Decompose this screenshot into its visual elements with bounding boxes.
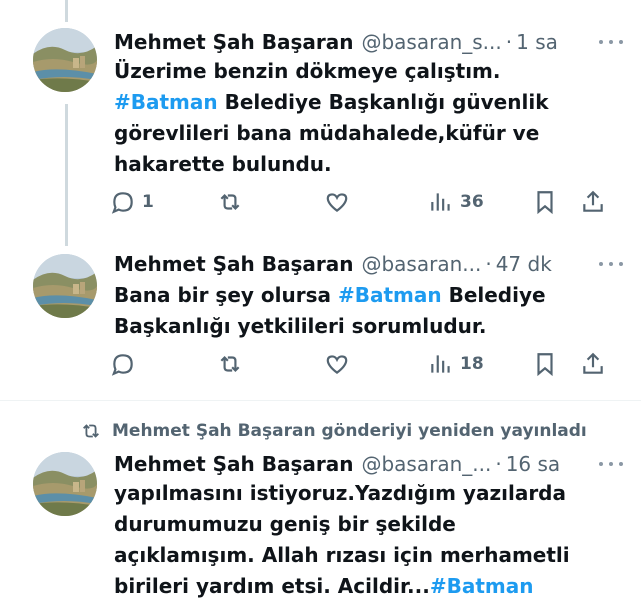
reply-icon [111, 192, 133, 214]
avatar-image [33, 254, 97, 318]
tweet-header: Mehmet Şah Başaran @basaran... · 47 dk [114, 250, 595, 278]
tweet-3[interactable]: Mehmet Şah Başaran @basaran_... · 16 sa … [0, 450, 641, 598]
tweet-text-segment: birileri yardım etsi. Acildir... [114, 574, 430, 598]
share-button[interactable] [580, 186, 606, 218]
views-count: 36 [460, 192, 484, 212]
tweet-text-line: görevlileri bana müdahalede,küfür ve [114, 118, 621, 149]
tweet-text-segment: Bana bir şey olursa [114, 283, 338, 307]
tweet-text: Bana bir şey olursa #Batman Belediye Başk… [114, 280, 621, 342]
author-name[interactable]: Mehmet Şah Başaran [114, 252, 353, 276]
reply-icon [111, 354, 133, 376]
share-icon [583, 190, 603, 212]
timestamp[interactable]: 1 sa [516, 30, 558, 54]
bookmark-icon [537, 353, 553, 377]
retweet-icon [83, 424, 99, 438]
like-button[interactable] [324, 186, 356, 218]
more-icon[interactable] [599, 32, 623, 52]
share-icon [583, 352, 603, 374]
tweet-text-line: hakarette bulundu. [114, 149, 621, 180]
reply-button[interactable]: 1 [110, 186, 154, 218]
bookmark-button[interactable] [532, 348, 558, 380]
hashtag-link[interactable]: #Batman [338, 283, 442, 307]
tweet-text-segment: hakarette bulundu. [114, 152, 332, 176]
action-bar: 1 36 [0, 186, 641, 218]
tweet-text-line: Bana bir şey olursa #Batman Belediye [114, 280, 621, 311]
retweet-banner-text: Mehmet Şah Başaran gönderiyi yeniden yay… [112, 421, 587, 441]
views-button[interactable]: 18 [428, 348, 484, 380]
tweet-text: yapılmasını istiyoruz.Yazdığım yazılarda… [114, 478, 621, 602]
replies-count: 1 [142, 192, 154, 212]
action-bar: 18 [0, 348, 641, 380]
bookmark-button[interactable] [532, 186, 558, 218]
tweet-divider [0, 400, 641, 401]
tweet-text-segment: Başkanlığı yetkilileri sorumludur. [114, 314, 487, 338]
tweet-text-segment: yapılmasını istiyoruz.Yazdığım yazılarda [114, 481, 566, 505]
like-icon [326, 355, 348, 375]
author-name[interactable]: Mehmet Şah Başaran [114, 30, 353, 54]
reply-button[interactable] [110, 348, 142, 380]
tweet-text-line: açıklamışım. Allah rızası için merhametl… [114, 540, 621, 571]
avatar-image [33, 452, 97, 516]
like-icon [326, 193, 348, 213]
avatar[interactable] [33, 254, 97, 318]
tweet-1[interactable]: Mehmet Şah Başaran @basaran_s... · 1 sa … [0, 28, 641, 218]
tweet-header: Mehmet Şah Başaran @basaran_s... · 1 sa [114, 28, 595, 56]
thread-line-top [65, 0, 68, 22]
separator-dot: · [505, 30, 513, 54]
tweet-text-line: Başkanlığı yetkilileri sorumludur. [114, 311, 621, 342]
tweet-text-line: durumumuzu geniş bir şekilde [114, 509, 621, 540]
tweet-text-segment: Belediye Başkanlığı güvenlik [217, 90, 549, 114]
avatar[interactable] [33, 452, 97, 516]
author-handle[interactable]: @basaran... [361, 252, 481, 276]
tweet-text-segment: durumumuzu geniş bir şekilde [114, 512, 456, 536]
avatar[interactable] [33, 28, 97, 92]
retweet-button[interactable] [217, 186, 249, 218]
tweet-text-line: birileri yardım etsi. Acildir...#Batman [114, 571, 621, 602]
views-icon [431, 193, 450, 211]
views-icon [431, 355, 450, 373]
author-name[interactable]: Mehmet Şah Başaran [114, 452, 353, 476]
more-icon[interactable] [599, 454, 623, 474]
hashtag-link[interactable]: #Batman [430, 574, 534, 598]
retweet-icon [220, 355, 240, 373]
author-handle[interactable]: @basaran_... [361, 452, 491, 476]
retweet-icon [220, 193, 240, 211]
tweet-text-line: #Batman Belediye Başkanlığı güvenlik [114, 87, 621, 118]
tweet-text-line: Üzerime benzin dökmeye çalıştım. [114, 56, 621, 87]
retweet-banner[interactable]: Mehmet Şah Başaran gönderiyi yeniden yay… [80, 418, 587, 444]
tweet-text-segment: görevlileri bana müdahalede,küfür ve [114, 121, 540, 145]
separator-dot: · [485, 252, 492, 276]
more-icon[interactable] [599, 254, 623, 274]
timestamp[interactable]: 47 dk [496, 252, 552, 276]
views-button[interactable]: 36 [428, 186, 484, 218]
views-count: 18 [460, 354, 484, 374]
separator-dot: · [495, 452, 502, 476]
hashtag-link[interactable]: #Batman [114, 90, 218, 114]
tweet-2[interactable]: Mehmet Şah Başaran @basaran... · 47 dk B… [0, 250, 641, 390]
avatar-image [33, 28, 97, 92]
tweet-text-line: yapılmasını istiyoruz.Yazdığım yazılarda [114, 478, 621, 509]
bookmark-icon [537, 191, 553, 215]
tweet-header: Mehmet Şah Başaran @basaran_... · 16 sa [114, 450, 595, 478]
tweet-text-segment: Belediye [441, 283, 546, 307]
share-button[interactable] [580, 348, 606, 380]
tweet-text-segment: açıklamışım. Allah rızası için merhametl… [114, 543, 570, 567]
like-button[interactable] [324, 348, 356, 380]
author-handle[interactable]: @basaran_s... [361, 30, 501, 54]
tweet-text-segment: Üzerime benzin dökmeye çalıştım. [114, 59, 501, 83]
timestamp[interactable]: 16 sa [506, 452, 560, 476]
retweet-button[interactable] [217, 348, 249, 380]
tweet-text: Üzerime benzin dökmeye çalıştım. #Batman … [114, 56, 621, 180]
